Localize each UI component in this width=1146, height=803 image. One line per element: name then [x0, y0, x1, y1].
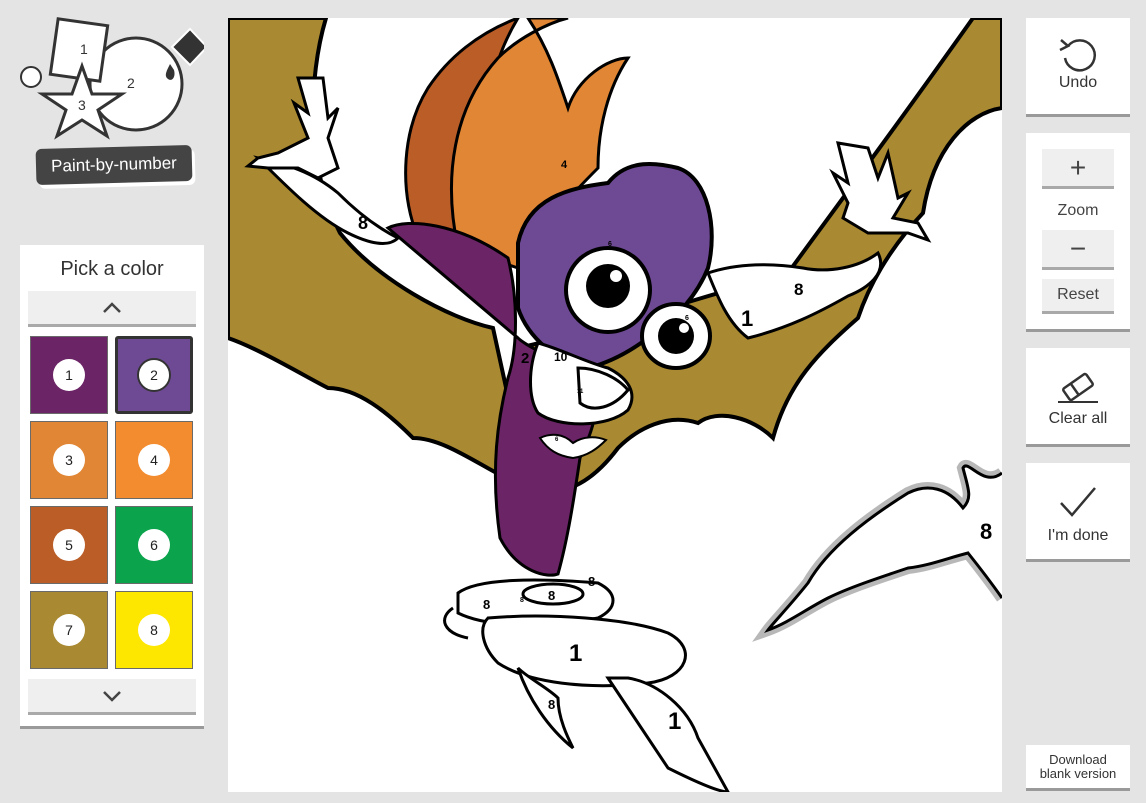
swatch-grid: 1 2 3 4 5 6 7 8: [30, 336, 194, 669]
undo-button[interactable]: Undo: [1026, 18, 1130, 117]
logo-shape-number-2: 2: [127, 75, 135, 91]
region-number: 8: [520, 597, 524, 604]
palette-scroll-up-button[interactable]: [28, 291, 196, 327]
logo-shapes-icon: 1 2 3: [20, 17, 204, 140]
swatch-number: 5: [53, 529, 85, 561]
region-number: 6: [608, 241, 612, 248]
region-number: 8: [588, 574, 595, 589]
zoom-out-button[interactable]: −: [1042, 230, 1114, 270]
region-number: 10: [554, 350, 568, 364]
color-swatch-5[interactable]: 5: [30, 506, 108, 584]
logo-label: Paint-by-number: [35, 144, 193, 186]
swatch-number: 6: [138, 529, 170, 561]
done-button[interactable]: I'm done: [1026, 463, 1130, 562]
swatch-number: 2: [137, 358, 171, 392]
zoom-panel: + Zoom − Reset: [1026, 133, 1130, 332]
zoom-label: Zoom: [1057, 202, 1099, 219]
pupil-left: [586, 264, 630, 308]
clear-all-label: Clear all: [1048, 410, 1108, 427]
region-number: 4: [561, 159, 568, 171]
palette-title: Pick a color: [60, 258, 164, 280]
color-swatch-6[interactable]: 6: [115, 506, 193, 584]
download-label-line2: blank version: [1039, 766, 1117, 781]
swatch-number: 4: [138, 444, 170, 476]
color-swatch-2[interactable]: 2: [115, 336, 193, 414]
zoom-reset-button[interactable]: Reset: [1042, 279, 1114, 314]
region-number: 8: [548, 697, 555, 712]
logo-shape-number-3: 3: [78, 97, 86, 113]
zoom-in-button[interactable]: +: [1042, 149, 1114, 189]
swatch-number: 3: [53, 444, 85, 476]
bat-region[interactable]: [764, 464, 1002, 633]
swatch-number: 8: [138, 614, 170, 646]
region-number: 6: [685, 315, 689, 322]
color-swatch-4[interactable]: 4: [115, 421, 193, 499]
eraser-icon: [1058, 372, 1098, 403]
chevron-up-icon: [103, 301, 121, 313]
color-swatch-3[interactable]: 3: [30, 421, 108, 499]
done-label: I'm done: [1047, 527, 1109, 544]
download-label-line1: Download: [1049, 752, 1107, 767]
color-swatch-1[interactable]: 1: [30, 336, 108, 414]
undo-icon: [1059, 39, 1096, 72]
palette-scroll-down-button[interactable]: [28, 679, 196, 715]
region-number: 8: [794, 280, 803, 299]
clear-all-button[interactable]: Clear all: [1026, 348, 1130, 447]
region-number: 11: [577, 389, 584, 395]
leg-region[interactable]: [481, 614, 687, 688]
coloring-canvas[interactable]: 8 4 8 1 2 10 6 6 11 6 8 8 8 8 1 8 1 8: [228, 18, 1002, 792]
region-number: 8: [548, 588, 555, 603]
download-blank-button[interactable]: Download blank version: [1026, 745, 1130, 791]
undo-label: Undo: [1058, 74, 1098, 91]
region-number: 8: [980, 519, 992, 544]
minus-icon: −: [1069, 232, 1087, 264]
eye-highlight-left: [610, 270, 622, 282]
region-number: 1: [569, 640, 582, 667]
logo: 1 2 3 Paint-by-number: [14, 14, 204, 189]
color-palette: Pick a color 1 2 3 4 5 6 7 8: [20, 245, 204, 729]
eye-highlight-right: [679, 323, 689, 333]
region-number: 8: [483, 597, 490, 612]
region-number: 2: [521, 350, 529, 367]
region-number: 1: [668, 708, 681, 735]
swatch-number: 7: [53, 614, 85, 646]
pupil-right: [658, 318, 694, 354]
coloring-picture: 8 4 8 1 2 10 6 6 11 6 8 8 8 8 1 8 1 8: [228, 18, 1002, 792]
region-number: 1: [741, 306, 753, 331]
color-swatch-8[interactable]: 8: [115, 591, 193, 669]
chevron-down-icon: [103, 690, 121, 702]
logo-shape-number-1: 1: [80, 41, 88, 57]
region-number: 8: [358, 213, 368, 233]
leg-region[interactable]: [605, 676, 730, 792]
swatch-number: 1: [53, 359, 85, 391]
reset-label: Reset: [1057, 286, 1099, 303]
checkmark-icon: [1060, 487, 1096, 517]
color-swatch-7[interactable]: 7: [30, 591, 108, 669]
plus-icon: +: [1069, 151, 1087, 183]
